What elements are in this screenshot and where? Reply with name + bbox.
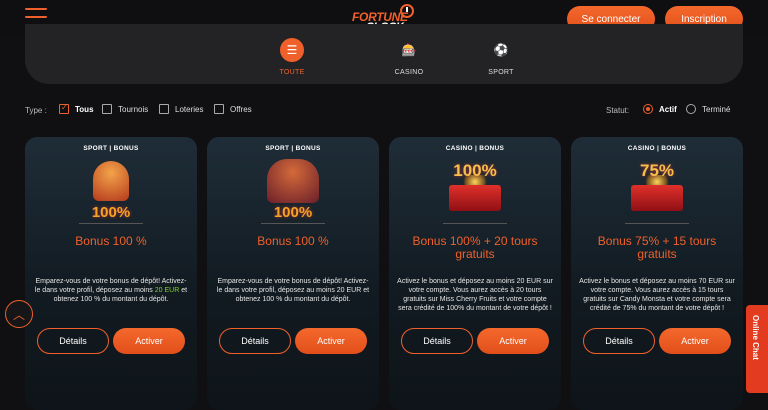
soccer-ball-icon: ⚽ xyxy=(493,43,509,57)
clock-icon xyxy=(400,4,414,18)
bonus-card: SPORT | BONUS 100% Bonus 100 % Emparez-v… xyxy=(207,137,379,410)
filter-tournois-label: Tournois xyxy=(118,105,149,114)
tab-sport-label: SPORT xyxy=(488,69,514,76)
checkbox-loteries[interactable] xyxy=(159,104,169,114)
slot-machine-icon: 🎰 xyxy=(401,43,417,57)
card-description: Emparez-vous de votre bonus de dépôt! Ac… xyxy=(216,278,370,303)
player-figure xyxy=(93,161,129,201)
card-description: Emparez-vous de votre bonus de dépôt! Ac… xyxy=(33,277,189,304)
activate-button[interactable]: Activer xyxy=(295,328,367,354)
gift-box-icon xyxy=(449,185,501,211)
grid-icon: ☰ xyxy=(280,38,304,62)
radio-actif[interactable] xyxy=(643,104,653,114)
bonus-card: CASINO | BONUS 100% Bonus 100% + 20 tour… xyxy=(389,137,561,410)
checkbox-offres[interactable] xyxy=(214,104,224,114)
online-chat-label: Online Chat xyxy=(751,315,760,360)
gift-box-illustration: 100% xyxy=(435,155,515,221)
checkbox-tous[interactable] xyxy=(59,103,69,114)
sports-heroes-illustration: 100% xyxy=(253,155,333,221)
activate-button[interactable]: Activer xyxy=(113,328,185,354)
card-description-amount: 20 EUR xyxy=(154,287,180,294)
details-button[interactable]: Détails xyxy=(219,328,291,354)
type-filter-label: Type : xyxy=(25,106,47,115)
card-title: Bonus 100% + 20 tours gratuits xyxy=(412,234,538,261)
category-nav: ☰ TOUTE 🎰 CASINO ⚽ SPORT xyxy=(25,24,743,84)
card-badge: 100% xyxy=(91,204,131,221)
divider xyxy=(79,223,143,224)
tab-casino-label: CASINO xyxy=(394,69,424,76)
checkbox-tournois[interactable] xyxy=(102,104,112,114)
gift-box-illustration: 75% xyxy=(617,155,697,221)
tab-toute[interactable]: ☰ TOUTE xyxy=(262,38,322,76)
status-termine-label: Terminé xyxy=(702,105,731,114)
card-description: Activez le bonus et déposez au moins 70 … xyxy=(579,278,735,312)
filter-loteries-label: Loteries xyxy=(175,105,204,114)
card-tag: CASINO | BONUS xyxy=(445,145,505,152)
chevron-up-icon: ︿ xyxy=(12,307,25,322)
card-tag: CASINO | BONUS xyxy=(627,145,687,152)
divider xyxy=(443,223,507,224)
status-filter-label: Statut: xyxy=(606,106,630,115)
online-chat-button[interactable]: Online Chat xyxy=(746,305,768,393)
card-description: Activez le bonus et déposez au moins 20 … xyxy=(397,278,553,312)
divider xyxy=(625,223,689,224)
scroll-top-button[interactable]: ︿ xyxy=(5,300,33,328)
filter-tous-label: Tous xyxy=(75,105,94,114)
card-badge: 75% xyxy=(639,161,675,180)
card-badge: 100% xyxy=(273,204,313,221)
card-title: Bonus 75% + 15 tours gratuits xyxy=(597,234,717,261)
details-button[interactable]: Détails xyxy=(37,328,109,354)
bonus-card: SPORT | BONUS 100% Bonus 100 % Emparez-v… xyxy=(25,137,197,410)
card-tag: SPORT | BONUS xyxy=(265,145,321,152)
radio-termine[interactable] xyxy=(686,104,696,114)
details-button[interactable]: Détails xyxy=(583,328,655,354)
details-button[interactable]: Détails xyxy=(401,328,473,354)
activate-button[interactable]: Activer xyxy=(477,328,549,354)
card-title: Bonus 100 % xyxy=(257,234,329,248)
activate-button[interactable]: Activer xyxy=(659,328,731,354)
soccer-player-illustration: 100% xyxy=(71,155,151,221)
filter-offres-label: Offres xyxy=(230,105,252,114)
status-actif-label: Actif xyxy=(659,105,677,114)
tab-toute-label: TOUTE xyxy=(279,69,305,76)
card-badge: 100% xyxy=(453,161,497,180)
divider xyxy=(261,223,325,224)
tab-sport[interactable]: ⚽ SPORT xyxy=(471,38,531,76)
filter-bar: Type : Tous Tournois Loteries Offres Sta… xyxy=(25,103,743,118)
card-tag: SPORT | BONUS xyxy=(83,145,139,152)
gift-box-icon xyxy=(631,185,683,211)
tab-casino[interactable]: 🎰 CASINO xyxy=(379,38,439,76)
heroes-figure xyxy=(267,159,319,203)
bonus-card: CASINO | BONUS 75% Bonus 75% + 15 tours … xyxy=(571,137,743,410)
card-title: Bonus 100 % xyxy=(75,234,147,248)
